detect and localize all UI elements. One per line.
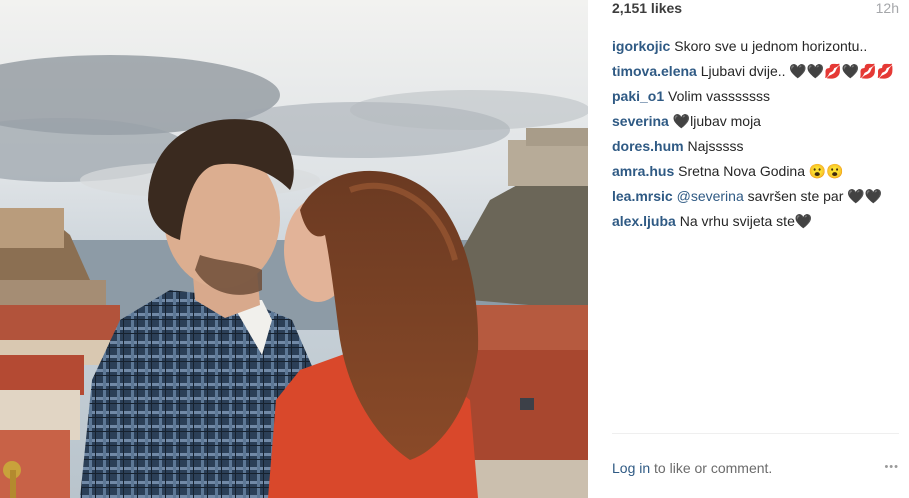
comment-text: Na vrhu svijeta ste🖤	[679, 213, 813, 229]
couple-photo-image	[0, 0, 588, 498]
comment-item: dores.hum Najsssss	[612, 137, 899, 162]
comment-text: Najsssss	[687, 138, 744, 154]
comment-username[interactable]: timova.elena	[612, 63, 697, 79]
comment-username[interactable]: igorkojic	[612, 38, 670, 54]
comment-item: timova.elena Ljubavi dvije.. 🖤🖤💋🖤💋💋	[612, 62, 899, 87]
comment-text: Ljubavi dvije.. 🖤🖤💋🖤💋💋	[700, 63, 895, 79]
comment-text: 🖤ljubav moja	[672, 113, 761, 129]
comment-text: Volim vasssssss	[668, 88, 770, 104]
comment-item: severina 🖤ljubav moja	[612, 112, 899, 137]
comment-username[interactable]: alex.ljuba	[612, 213, 676, 229]
post-timestamp[interactable]: 12h	[876, 0, 899, 16]
comment-item: alex.ljuba Na vrhu svijeta ste🖤	[612, 212, 899, 237]
comment-text: savršen ste par 🖤🖤	[747, 188, 883, 204]
comment-text: Sretna Nova Godina 😮😮	[678, 163, 844, 179]
comment-username[interactable]: paki_o1	[612, 88, 664, 104]
comment-username[interactable]: lea.mrsic	[612, 188, 673, 204]
login-prompt-text: to like or comment.	[654, 460, 773, 476]
comment-username[interactable]: severina	[612, 113, 669, 129]
comment-item: amra.hus Sretna Nova Godina 😮😮	[612, 162, 899, 187]
likes-count[interactable]: 2,151 likes	[612, 0, 682, 16]
post-photo[interactable]	[0, 0, 588, 498]
comment-mention-link[interactable]: @severina	[677, 188, 744, 204]
more-options-icon[interactable]: •••	[884, 461, 899, 473]
comment-item: igorkojic Skoro sve u jednom horizontu..	[612, 37, 899, 62]
comment-item: lea.mrsic @severina savršen ste par 🖤🖤	[612, 187, 899, 212]
login-link[interactable]: Log in	[612, 460, 650, 476]
comment-text: Skoro sve u jednom horizontu..	[674, 38, 868, 54]
comments-list: igorkojic Skoro sve u jednom horizontu..…	[612, 37, 899, 237]
comment-username[interactable]: dores.hum	[612, 138, 684, 154]
comment-username[interactable]: amra.hus	[612, 163, 674, 179]
panel-divider	[612, 433, 899, 434]
comment-item: paki_o1 Volim vasssssss	[612, 87, 899, 112]
post-meta-row: 2,151 likes 12h	[612, 0, 899, 18]
post-details-panel: 2,151 likes 12h igorkojic Skoro sve u je…	[612, 0, 899, 498]
login-prompt: Log in to like or comment. •••	[612, 460, 899, 478]
